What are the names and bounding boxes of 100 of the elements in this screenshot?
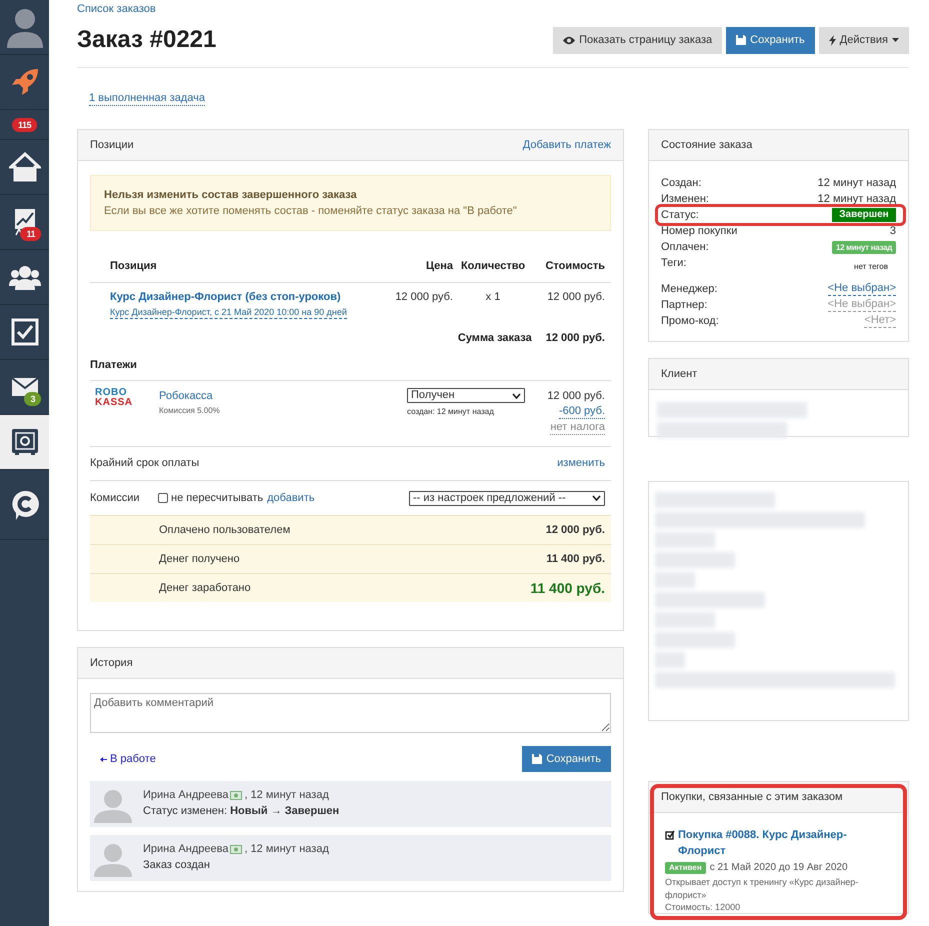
total-value: 12 000 руб.	[546, 330, 605, 346]
product-link[interactable]: Курс Дизайнер-Флорист (без стоп-уроков)	[110, 289, 341, 306]
column-header: Позиция	[110, 259, 158, 274]
column-header: Цена	[424, 259, 453, 274]
column-header: Стоимость	[544, 259, 605, 274]
back-status-link[interactable]: В работе	[100, 750, 156, 768]
select-link[interactable]: <Нет>	[864, 314, 896, 328]
chat-icon	[10, 488, 40, 520]
people-icon	[8, 264, 40, 290]
field-label: Создан:	[661, 176, 702, 191]
field-label: Изменен:	[661, 192, 709, 207]
page-title: Заказ #0221	[77, 25, 216, 55]
table-cell-text: x 1	[484, 290, 502, 305]
summary-label: Денег заработано	[159, 580, 251, 596]
count-badge: 115	[12, 118, 38, 132]
chevron-icon	[592, 495, 601, 501]
chart-icon	[12, 207, 36, 237]
field-value: 12 минут назад	[818, 176, 896, 191]
purchase-link[interactable]: Покупка #0088. Курс Дизайнер-Флорист	[678, 827, 892, 859]
table-cell-text: 12 000 руб.	[546, 290, 605, 305]
money-icon	[230, 790, 242, 800]
floppy-icon	[532, 754, 542, 764]
manager-link[interactable]: <Не выбран>	[828, 282, 896, 296]
tax-link[interactable]: нет налога	[550, 421, 605, 435]
payment-name-link[interactable]: Робокасса	[159, 388, 213, 404]
field-label: Теги:	[661, 256, 686, 271]
field-label: Номер покупки	[661, 224, 738, 239]
field-label: Промо-код:	[661, 314, 719, 329]
safe-icon	[10, 428, 38, 456]
rocket-icon	[10, 67, 40, 97]
home-icon	[8, 152, 40, 182]
entry-text: Статус изменен: Новый → Завершен	[143, 804, 340, 819]
created-text: создан: 12 минут назад	[407, 406, 495, 418]
entry-text: Заказ создан	[143, 858, 211, 873]
panel-title: Покупки, связанные с этим заказом	[661, 790, 843, 805]
summary-value: 11 400 руб.	[546, 552, 605, 567]
author-name: Ирина Андреева	[143, 788, 228, 803]
arrow-left-icon	[100, 756, 107, 762]
comment-field[interactable]: Добавить комментарий	[90, 693, 611, 733]
entry-time: , 12 минут назад	[244, 842, 329, 857]
alert-text: Если вы все же хотите поменять состав - поменяйте статус заказа на "В работе"	[104, 204, 518, 219]
fee-link[interactable]: -600 руб.	[558, 405, 605, 419]
checkbox-icon	[665, 830, 675, 840]
summary-label: Оплачено пользователем	[159, 522, 290, 538]
save-button[interactable]: Сохранить	[522, 746, 611, 772]
panel-title: История	[90, 656, 133, 671]
add-link[interactable]: добавить	[267, 490, 409, 506]
select-link[interactable]: <Не выбран>	[828, 298, 896, 312]
summary-value: 11 400 руб.	[530, 578, 605, 598]
no-recalc-checkbox[interactable]: не пересчитывать	[158, 490, 264, 506]
robokassa-logo: ROBO KASSA	[94, 388, 134, 408]
paid-badge: 12 минут назад	[832, 240, 896, 254]
breadcrumb-link[interactable]: Список заказов	[77, 0, 156, 22]
tags-value: нет тегов	[854, 261, 888, 273]
checkbox-icon	[10, 318, 38, 346]
status-badge: Завершен	[832, 208, 896, 222]
chevron-icon	[512, 392, 521, 398]
change-link[interactable]: изменить	[557, 455, 605, 472]
eye-icon	[563, 36, 576, 44]
period-text: с 21 Май 2020 до 19 Авг 2020	[710, 861, 848, 875]
author-name: Ирина Андреева	[143, 842, 228, 857]
money-icon	[230, 844, 242, 854]
user-icon	[4, 6, 44, 48]
offer-link[interactable]: Курс Дизайнер-Флорист, с 21 Май 2020 10:00 на 90 дней	[110, 306, 347, 318]
actions-button[interactable]: Действия	[818, 26, 909, 54]
field-label: Статус:	[661, 208, 699, 223]
alert-title: Нельзя изменить состав завершенного заказа	[104, 188, 358, 203]
count-badge: 3	[24, 392, 41, 406]
table-cell-text: 12 000 руб.	[394, 290, 453, 305]
sidebar-item[interactable]	[0, 415, 49, 470]
panel-title: Позиции	[90, 138, 134, 153]
commission-select[interactable]: -- из настроек предложений --	[409, 490, 605, 506]
panel-title: Клиент	[661, 366, 698, 382]
commission-text: Комиссия 5.00%	[159, 404, 221, 416]
panel-title: Состояние заказа	[661, 138, 752, 153]
field-label: Партнер:	[661, 298, 708, 313]
status-select[interactable]: Получен	[407, 388, 525, 403]
commissions-label: Комиссии	[90, 490, 141, 506]
caret-icon	[892, 38, 899, 42]
lightning-icon	[828, 34, 836, 46]
show-page-button[interactable]: Показать страницу заказа	[553, 26, 722, 54]
field-value: 3	[890, 224, 896, 239]
field-value: 12 минут назад	[818, 192, 896, 207]
field-label: Оплачен:	[661, 240, 709, 255]
tasks-link[interactable]: 1 выполненная задача	[89, 92, 205, 106]
description-text: Открывает доступ к тренингу «Курс дизайнер-флорист»	[665, 876, 860, 902]
mail-icon	[10, 377, 38, 397]
add-payment-link[interactable]: Добавить платеж	[522, 136, 611, 154]
save-button[interactable]: Сохранить	[726, 26, 815, 54]
floppy-icon	[736, 35, 746, 45]
entry-time: , 12 минут назад	[244, 788, 329, 803]
status-badge: Активен	[665, 862, 706, 874]
user-icon	[94, 841, 132, 877]
deadline-label: Крайний срок оплаты	[90, 456, 200, 472]
total-label: Сумма заказа	[458, 330, 532, 346]
summary-value: 12 000 руб.	[546, 522, 605, 538]
summary-label: Денег получено	[159, 552, 240, 567]
user-icon	[94, 787, 132, 823]
section-title: Платежи	[90, 351, 611, 381]
payment-amount: 12 000 руб.	[547, 389, 605, 404]
